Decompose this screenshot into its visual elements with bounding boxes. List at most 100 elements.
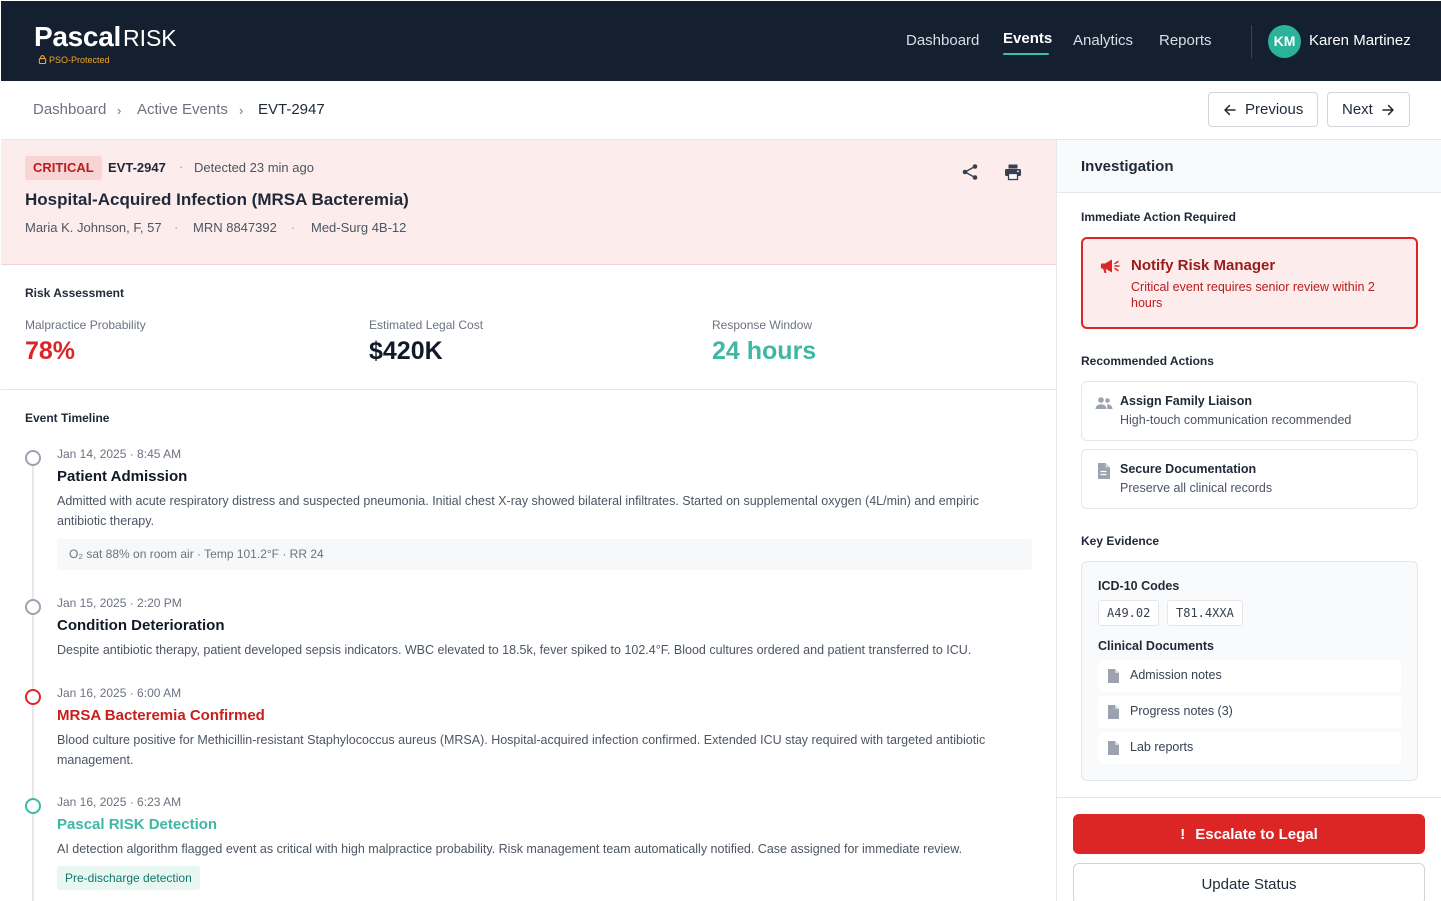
alert-icon: ! [1180, 825, 1186, 843]
separator-dot: · [291, 220, 296, 235]
update-status-button[interactable]: Update Status [1073, 863, 1425, 901]
timeline-time: Jan 15, 2025 · 2:20 PM [57, 596, 182, 610]
document-row[interactable]: Admission notes [1098, 660, 1401, 692]
timeline-dot [25, 798, 41, 814]
nav-divider [1251, 25, 1252, 58]
breadcrumb-current: EVT-2947 [258, 101, 325, 118]
timeline-dot [25, 450, 41, 466]
timeline-title: Pascal RISK Detection [57, 816, 218, 833]
detection-tag: Pre-discharge detection [57, 866, 200, 890]
action-title: Assign Family Liaison [1120, 394, 1252, 408]
separator-dot: · [179, 159, 184, 174]
event-id: EVT-2947 [108, 160, 166, 175]
next-label: Next [1342, 101, 1373, 118]
timeline-description: AI detection algorithm flagged event as … [57, 842, 963, 856]
metric-value: 24 hours [712, 337, 817, 365]
breadcrumb-chevron-icon: › [239, 103, 244, 118]
assign-family-liaison-card[interactable]: Assign Family Liaison High-touch communi… [1081, 381, 1418, 441]
severity-badge: CRITICAL [25, 156, 102, 180]
event-header: CRITICAL EVT-2947 · Detected 23 min ago … [1, 140, 1056, 265]
nav-reports[interactable]: Reports [1159, 32, 1212, 49]
nav-analytics[interactable]: Analytics [1073, 32, 1133, 49]
previous-button[interactable]: Previous [1208, 92, 1319, 127]
action-subtitle: Preserve all clinical records [1120, 481, 1273, 495]
patient-unit: Med-Surg 4B-12 [311, 220, 407, 235]
document-icon [1108, 669, 1119, 683]
next-button[interactable]: Next [1327, 92, 1410, 127]
brand-name: Pascal [34, 21, 121, 52]
megaphone-icon [1100, 258, 1120, 279]
escalate-to-legal-button[interactable]: ! Escalate to Legal [1073, 814, 1425, 854]
metric-value: $420K [369, 337, 443, 365]
timeline-title: MRSA Bacteremia Confirmed [57, 707, 265, 724]
lock-icon [38, 55, 47, 65]
alert-title: Notify Risk Manager [1131, 257, 1276, 274]
separator-dot: · [174, 220, 179, 235]
key-evidence-box: ICD-10 Codes A49.02 T81.4XXA Clinical Do… [1081, 561, 1418, 781]
breadcrumb-chevron-icon: › [117, 103, 122, 118]
event-title: Hospital-Acquired Infection (MRSA Bacter… [25, 190, 409, 209]
alert-description: Critical event requires senior review wi… [1131, 280, 1375, 310]
panel-title: Investigation [1081, 158, 1174, 175]
arrow-left-icon [1224, 104, 1236, 115]
timeline-time: Jan 16, 2025 · 6:23 AM [57, 795, 182, 809]
active-nav-indicator [1003, 53, 1049, 55]
document-label: Progress notes (3) [1130, 704, 1233, 718]
panel-header: Investigation [1057, 140, 1441, 193]
patient-mrn: MRN 8847392 [193, 220, 277, 235]
investigation-panel: Investigation Immediate Action Required … [1056, 140, 1441, 901]
breadcrumb-dashboard[interactable]: Dashboard [33, 101, 106, 118]
detected-time: Detected 23 min ago [194, 160, 314, 175]
timeline-description: Blood culture positive for Methicillin-r… [57, 733, 986, 767]
brand-logo[interactable]: PascalRISK PSO-Protected [34, 21, 177, 65]
timeline-description: Despite antibiotic therapy, patient deve… [57, 643, 972, 657]
clinical-documents-label: Clinical Documents [1098, 639, 1214, 653]
icd-codes-label: ICD-10 Codes [1098, 579, 1180, 593]
top-navigation-bar: PascalRISK PSO-Protected Dashboard Event… [1, 1, 1441, 81]
avatar[interactable]: KM [1268, 25, 1301, 58]
document-row[interactable]: Progress notes (3) [1098, 696, 1401, 728]
risk-assessment: Risk Assessment Malpractice Probability … [1, 265, 1056, 390]
escalate-label: Escalate to Legal [1195, 825, 1318, 843]
document-icon [1108, 705, 1119, 719]
brand-suffix: RISK [122, 25, 177, 51]
timeline-time: Jan 16, 2025 · 6:00 AM [57, 686, 182, 700]
action-title: Secure Documentation [1120, 462, 1257, 476]
arrow-right-icon [1382, 104, 1394, 115]
action-subtitle: High-touch communication recommended [1120, 413, 1352, 427]
notify-risk-manager-card[interactable]: Notify Risk Manager Critical event requi… [1081, 237, 1418, 329]
timeline-dot [25, 689, 41, 705]
panel-footer: ! Escalate to Legal Update Status [1057, 797, 1441, 901]
metric-label: Response Window [712, 318, 813, 332]
share-icon[interactable] [961, 163, 979, 186]
document-label: Lab reports [1130, 740, 1194, 754]
risk-assessment-title: Risk Assessment [25, 286, 124, 300]
metric-value: 78% [25, 337, 76, 365]
timeline-vitals: O₂ sat 88% on room air · Temp 101.2°F · … [57, 539, 1032, 570]
user-name[interactable]: Karen Martinez [1309, 32, 1411, 49]
document-label: Admission notes [1130, 668, 1222, 682]
people-icon [1095, 396, 1113, 415]
previous-label: Previous [1245, 101, 1304, 118]
nav-events[interactable]: Events [1003, 30, 1052, 47]
nav-dashboard[interactable]: Dashboard [906, 32, 979, 49]
timeline-title: Patient Admission [57, 468, 188, 485]
timeline-time: Jan 14, 2025 · 8:45 AM [57, 447, 182, 461]
timeline-title: Condition Deterioration [57, 617, 225, 634]
document-row[interactable]: Lab reports [1098, 732, 1401, 764]
pso-badge: PSO-Protected [38, 55, 110, 65]
timeline-dot [25, 599, 41, 615]
document-icon [1097, 463, 1110, 484]
icd-code-chip[interactable]: T81.4XXA [1167, 600, 1243, 626]
print-icon[interactable] [1004, 163, 1022, 186]
icd-code-chip[interactable]: A49.02 [1098, 600, 1160, 626]
timeline-title: Event Timeline [25, 411, 110, 425]
recommended-actions-title: Recommended Actions [1081, 354, 1214, 368]
secure-documentation-card[interactable]: Secure Documentation Preserve all clinic… [1081, 449, 1418, 509]
document-icon [1108, 741, 1119, 755]
metric-label: Estimated Legal Cost [369, 318, 484, 332]
patient-name: Maria K. Johnson, F, 57 [25, 220, 162, 235]
breadcrumb-active-events[interactable]: Active Events [137, 101, 228, 118]
timeline-description: Admitted with acute respiratory distress… [57, 494, 979, 528]
immediate-action-title: Immediate Action Required [1081, 210, 1236, 224]
